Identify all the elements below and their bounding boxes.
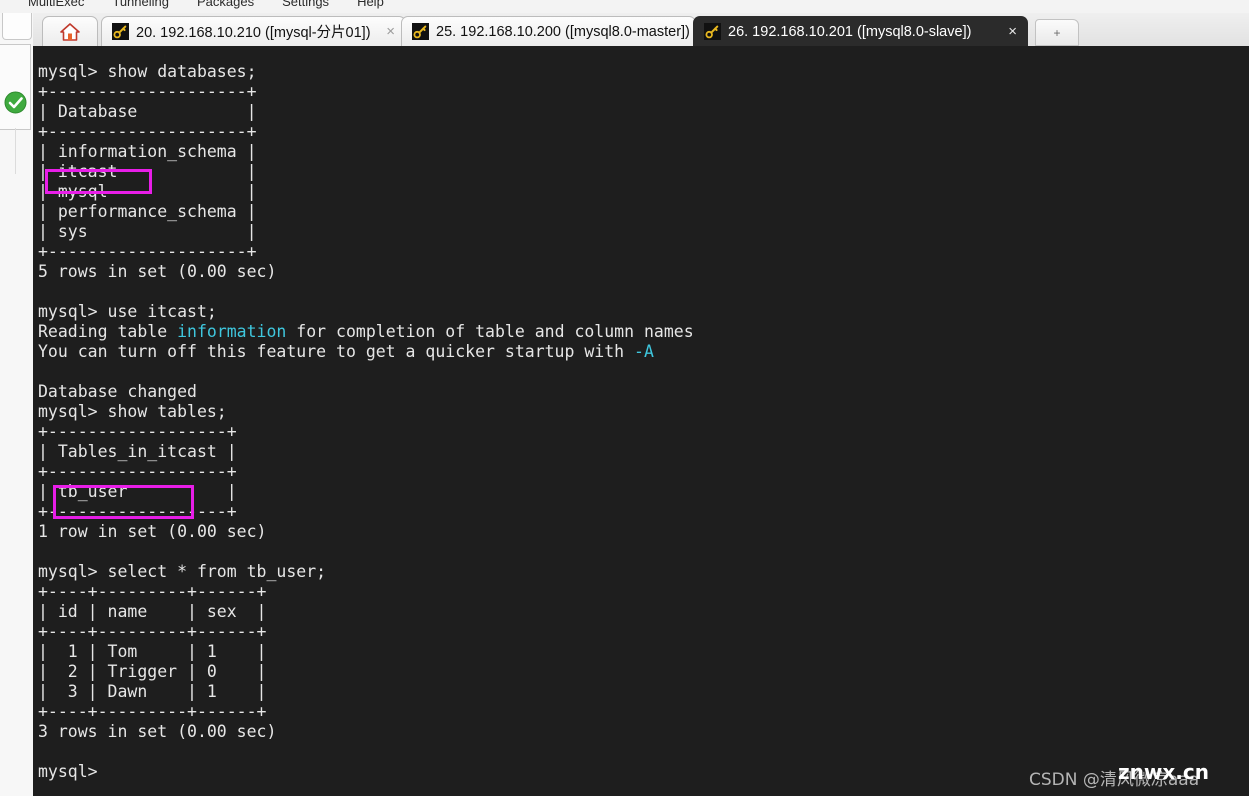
key-icon: [412, 23, 429, 40]
tab-label: 26. 192.168.10.201 ([mysql8.0-slave]): [728, 23, 972, 40]
menu-item-settings[interactable]: Settings: [282, 0, 329, 9]
tab-home[interactable]: [42, 16, 98, 46]
sidebar-divider: [15, 128, 16, 174]
tab-session-3-active[interactable]: 26. 192.168.10.201 ([mysql8.0-slave]) ×: [693, 16, 1028, 46]
tab-label: 25. 192.168.10.200 ([mysql8.0-master]): [436, 23, 690, 40]
left-sidebar: [0, 13, 34, 796]
tab-session-1[interactable]: 20. 192.168.10.210 ([mysql-分片01]) ×: [101, 16, 406, 46]
new-tab-button[interactable]: +: [1035, 19, 1079, 46]
remote-terminal-app: MultiExec Tunneling Packages Settings He…: [0, 0, 1249, 796]
watermark-site: znwx.cn: [1118, 760, 1209, 784]
menu-bar: MultiExec Tunneling Packages Settings He…: [0, 0, 1249, 13]
watermark: CSDN @清风微凉aaa znwx.cn: [1015, 758, 1245, 792]
terminal-keyword-dash-a: -A: [634, 342, 654, 361]
terminal-output: mysql> show databases; +----------------…: [38, 62, 694, 782]
menu-item-help[interactable]: Help: [357, 0, 384, 9]
key-icon: [704, 23, 721, 40]
tab-session-2[interactable]: 25. 192.168.10.200 ([mysql8.0-master]) ×: [401, 16, 711, 46]
terminal-chunk-1: mysql> show databases; +----------------…: [38, 62, 277, 341]
close-icon[interactable]: ×: [374, 24, 395, 39]
menu-item-multiexec[interactable]: MultiExec: [28, 0, 84, 9]
sidebar-panel-session[interactable]: [0, 44, 31, 130]
tab-label: 20. 192.168.10.210 ([mysql-分片01]): [136, 25, 371, 41]
terminal-chunk-3: Database changed mysql> show tables; +--…: [38, 382, 327, 781]
tab-bar: 20. 192.168.10.210 ([mysql-分片01]) × 25. …: [33, 13, 1249, 47]
key-icon: [112, 23, 129, 40]
plus-icon: +: [1053, 25, 1061, 40]
close-icon[interactable]: ×: [996, 24, 1017, 39]
check-circle-icon: [4, 91, 27, 114]
menu-item-tunneling[interactable]: Tunneling: [112, 0, 169, 9]
terminal-keyword-information: information: [177, 322, 287, 341]
menu-item-packages[interactable]: Packages: [197, 0, 254, 9]
terminal-pane[interactable]: mysql> show databases; +----------------…: [33, 46, 1249, 796]
home-icon: [59, 21, 81, 43]
sidebar-panel-top[interactable]: [2, 13, 32, 40]
